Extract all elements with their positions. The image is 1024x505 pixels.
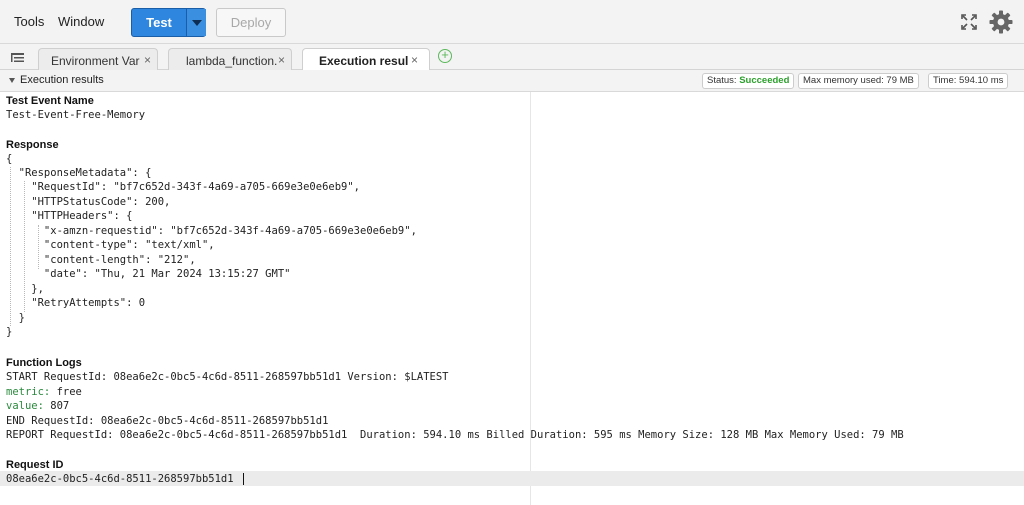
print-margin-line <box>530 92 531 505</box>
response-line: "content-length": "212", <box>6 254 196 266</box>
response-line: "x-amzn-requestid": "bf7c652d-343f-4a69-… <box>6 225 417 237</box>
tab-label: lambda_function. <box>186 54 278 68</box>
response-line: "RequestId": "bf7c652d-343f-4a69-a705-66… <box>6 181 361 193</box>
log-metric-key: metric: <box>6 386 51 398</box>
test-event-name-heading: Test Event Name <box>6 95 94 107</box>
test-button[interactable]: Test <box>132 9 186 36</box>
caret-down-icon <box>192 20 202 26</box>
log-report-line: REPORT RequestId: 08ea6e2c-0bc5-4c6d-851… <box>6 429 904 441</box>
time-badge: Time: 594.10 ms <box>928 73 1009 89</box>
test-event-name-value: Test-Event-Free-Memory <box>6 109 146 121</box>
log-end-line: END RequestId: 08ea6e2c-0bc5-4c6d-8511-2… <box>6 415 329 427</box>
status-label: Status: <box>707 75 737 86</box>
top-toolbar: Tools Window Test Deploy <box>0 0 1024 44</box>
status-badge: Status: Succeeded <box>702 73 795 89</box>
close-icon[interactable]: × <box>144 53 151 67</box>
text-cursor <box>243 473 244 485</box>
response-line: "RetryAttempts": 0 <box>6 297 146 309</box>
response-line: "content-type": "text/xml", <box>6 239 215 251</box>
response-line: { <box>6 153 13 165</box>
response-line: } <box>6 312 25 324</box>
response-line: "date": "Thu, 21 Mar 2024 13:15:27 GMT" <box>6 268 291 280</box>
log-start-line: START RequestId: 08ea6e2c-0bc5-4c6d-8511… <box>6 371 449 383</box>
response-heading: Response <box>6 139 59 151</box>
tab-bar: Environment Var × lambda_function. × Exe… <box>0 44 1024 71</box>
fullscreen-icon[interactable] <box>961 14 977 30</box>
log-metric-value: free <box>50 386 82 398</box>
close-icon[interactable]: × <box>411 53 418 67</box>
log-value-key: value: <box>6 400 44 412</box>
function-logs-heading: Function Logs <box>6 357 82 369</box>
log-value-line: value: 807 <box>6 400 69 412</box>
tab-list-icon[interactable] <box>11 53 24 63</box>
status-value: Succeeded <box>739 75 790 86</box>
panel-title: Execution results <box>20 74 104 86</box>
deploy-button[interactable]: Deploy <box>216 8 286 37</box>
execution-results-content[interactable]: Test Event Name Test-Event-Free-Memory R… <box>0 92 1024 505</box>
close-icon[interactable]: × <box>278 53 285 67</box>
response-line: "ResponseMetadata": { <box>6 167 152 179</box>
gear-icon[interactable] <box>989 10 1013 34</box>
log-value-value: 807 <box>43 400 70 412</box>
test-button-group: Test <box>131 8 206 37</box>
response-line: "HTTPStatusCode": 200, <box>6 196 171 208</box>
add-tab-icon[interactable]: + <box>438 48 452 63</box>
response-line: "HTTPHeaders": { <box>6 210 133 222</box>
tab-execution-results[interactable]: Execution result × <box>302 48 430 71</box>
request-id-value[interactable]: 08ea6e2c-0bc5-4c6d-8511-268597bb51d1 <box>6 473 234 485</box>
menu-tools[interactable]: Tools <box>14 14 44 29</box>
response-line: } <box>6 326 13 338</box>
execution-results-header[interactable]: Execution results Status: Succeeded Max … <box>0 70 1024 92</box>
collapse-caret-icon[interactable] <box>9 78 15 83</box>
log-metric-line: metric: free <box>6 386 82 398</box>
tab-environment-variables[interactable]: Environment Var × <box>38 48 158 70</box>
memory-badge: Max memory used: 79 MB <box>798 73 919 89</box>
request-id-heading: Request ID <box>6 459 64 471</box>
tab-lambda-function[interactable]: lambda_function. × <box>168 48 292 70</box>
tab-label: Execution result <box>319 54 408 68</box>
response-line: }, <box>6 283 44 295</box>
tab-label: Environment Var <box>51 54 140 68</box>
test-dropdown-button[interactable] <box>186 9 206 36</box>
menu-window[interactable]: Window <box>58 14 104 29</box>
